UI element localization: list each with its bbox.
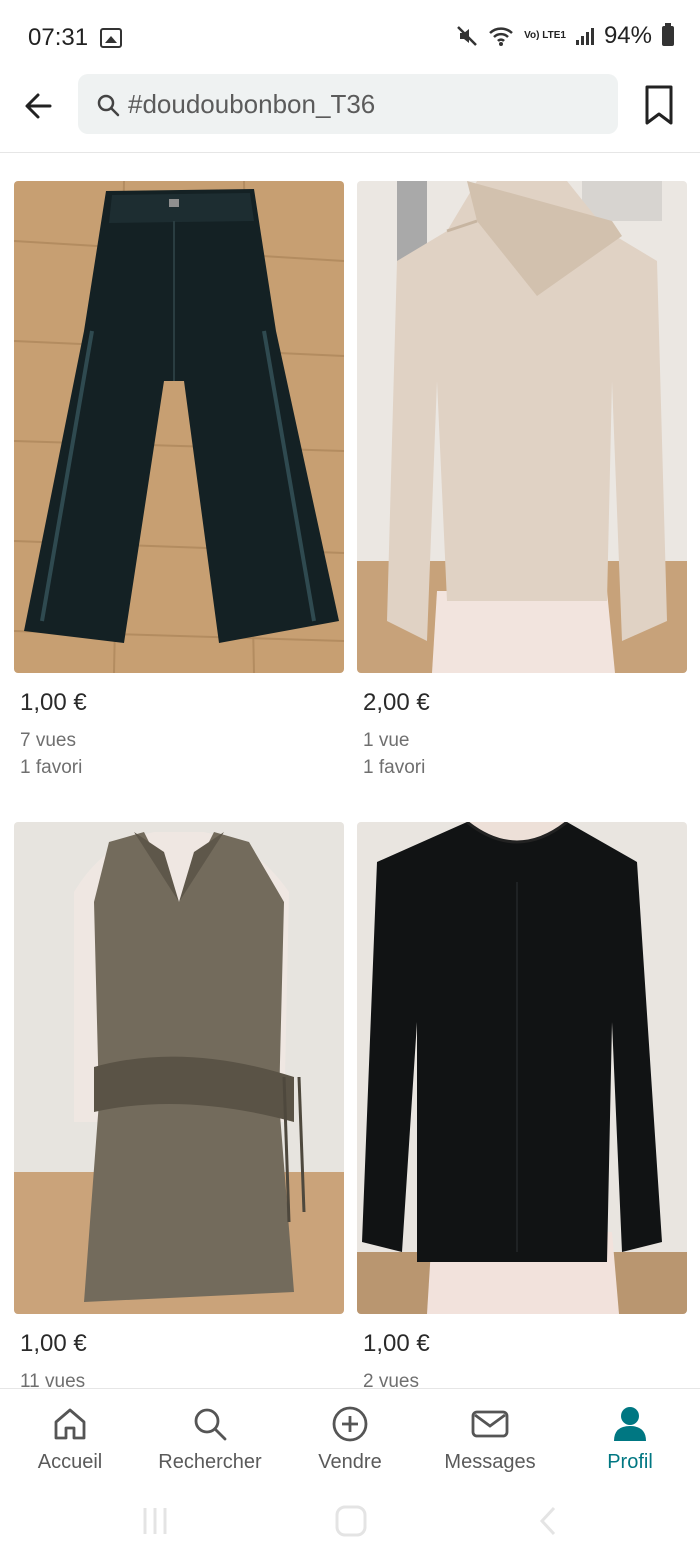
system-nav-bar <box>0 1488 700 1556</box>
nav-label: Messages <box>444 1451 536 1473</box>
item-price: 1,00 € <box>20 1330 87 1357</box>
home-button-icon[interactable] <box>334 1504 368 1538</box>
profile-icon <box>614 1407 646 1441</box>
item-views: 1 vue <box>363 730 410 751</box>
product-photo-beige-sweater[interactable] <box>357 181 687 673</box>
item-views: 7 vues <box>20 730 76 751</box>
back-arrow-icon[interactable] <box>20 86 60 126</box>
product-card[interactable]: 1,00 € 2 vues <box>357 822 687 1392</box>
system-back-icon[interactable] <box>532 1504 566 1538</box>
product-photo-black-leather-pants[interactable] <box>14 181 344 673</box>
product-card[interactable]: 1,00 € 11 vues <box>14 822 344 1392</box>
header: #doudoubonbon_T36 <box>0 72 700 153</box>
search-input[interactable]: #doudoubonbon_T36 <box>78 74 618 134</box>
search-icon <box>97 94 120 117</box>
nav-label: Profil <box>607 1451 653 1473</box>
bottom-nav: Accueil Rechercher Vendre Messages Profi… <box>0 1388 700 1489</box>
product-photo-black-sweater[interactable] <box>357 822 687 1314</box>
item-favorites: 1 favori <box>363 757 426 778</box>
nav-label: Accueil <box>37 1451 103 1473</box>
mute-icon <box>457 26 477 46</box>
product-photo-khaki-sleeveless-dress[interactable] <box>14 822 344 1314</box>
nav-accueil[interactable]: Accueil <box>0 1389 140 1489</box>
mail-icon <box>471 1410 509 1438</box>
network-type: Vo) LTE1 <box>524 30 566 41</box>
search-icon <box>194 1408 227 1441</box>
item-favorites: 1 favori <box>20 757 83 778</box>
status-bar: 07:31 Vo) LTE1 94% <box>0 0 700 72</box>
nav-profil[interactable]: Profil <box>560 1389 700 1489</box>
item-price: 1,00 € <box>363 1330 430 1357</box>
recents-icon[interactable] <box>138 1504 172 1538</box>
search-query: #doudoubonbon_T36 <box>128 89 376 119</box>
item-price: 2,00 € <box>363 689 430 716</box>
product-card[interactable]: 1,00 € 7 vues 1 favori <box>14 181 344 778</box>
bookmark-icon[interactable] <box>642 84 676 126</box>
nav-messages[interactable]: Messages <box>420 1389 560 1489</box>
home-icon <box>54 1408 86 1440</box>
signal-icon <box>575 27 594 45</box>
nav-rechercher[interactable]: Rechercher <box>140 1389 280 1489</box>
status-time: 07:31 <box>28 24 89 51</box>
battery-icon <box>662 23 674 46</box>
gallery-notification-icon <box>100 28 122 48</box>
nav-label: Vendre <box>318 1451 382 1473</box>
nav-label: Rechercher <box>158 1451 262 1473</box>
product-card[interactable]: 2,00 € 1 vue 1 favori <box>357 181 687 778</box>
battery-percent: 94% <box>603 22 652 49</box>
nav-vendre[interactable]: Vendre <box>280 1389 420 1489</box>
item-price: 1,00 € <box>20 689 87 716</box>
plus-circle-icon <box>332 1406 368 1442</box>
wifi-icon <box>489 27 513 46</box>
